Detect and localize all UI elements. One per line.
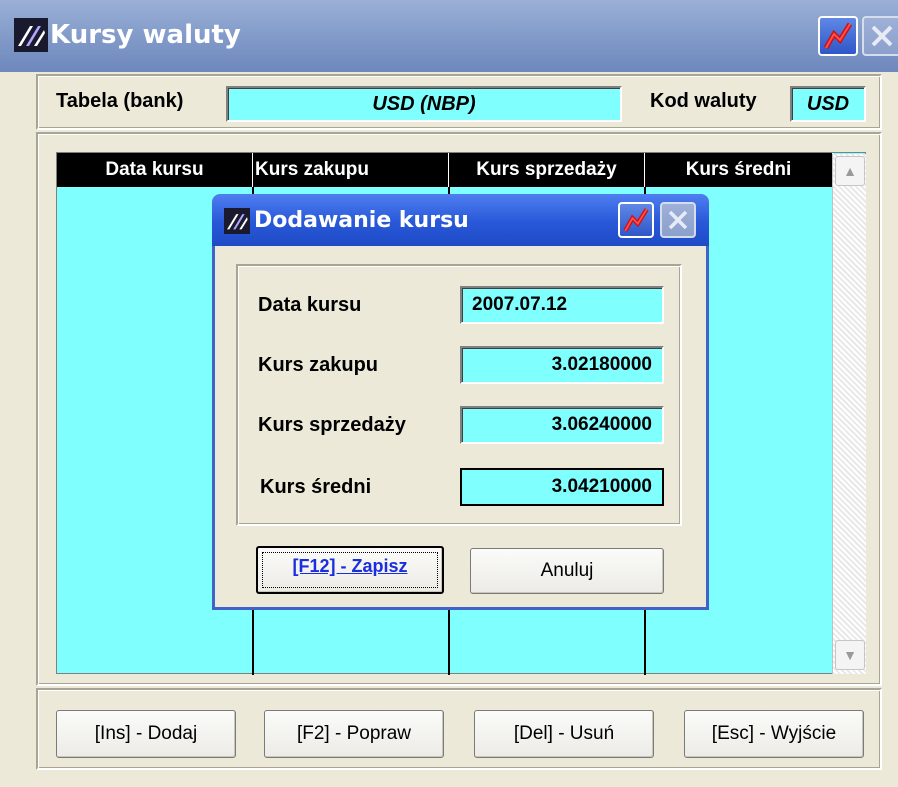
- close-button[interactable]: [862, 16, 898, 56]
- scroll-up-arrow-icon[interactable]: ▲: [835, 156, 865, 186]
- currency-code-field[interactable]: USD: [790, 86, 866, 122]
- column-header-avg[interactable]: Kurs średni: [645, 153, 833, 187]
- chart-icon: [823, 22, 853, 50]
- dialog-logo-icon: [224, 208, 250, 234]
- buy-rate-field[interactable]: 3.02180000: [460, 346, 664, 384]
- sell-rate-label: Kurs sprzedaży: [258, 414, 406, 436]
- edit-button[interactable]: [F2] - Popraw: [264, 710, 444, 758]
- dialog-title: Dodawanie kursu: [254, 208, 469, 233]
- scroll-down-arrow-icon[interactable]: ▼: [835, 640, 865, 670]
- dialog-chart-button[interactable]: [618, 202, 654, 238]
- date-field[interactable]: 2007.07.12: [460, 286, 664, 324]
- currency-code-label: Kod waluty: [650, 90, 757, 112]
- close-icon: [668, 210, 688, 230]
- buy-rate-label: Kurs zakupu: [258, 354, 379, 376]
- dialog-close-button[interactable]: [660, 202, 696, 238]
- table-label: Tabela (bank): [56, 90, 184, 112]
- cancel-button[interactable]: Anuluj: [470, 548, 664, 594]
- close-icon: [871, 25, 893, 47]
- window-title-bar[interactable]: Kursy waluty: [0, 0, 898, 72]
- column-header-buy[interactable]: Kurs zakupu: [253, 153, 449, 187]
- avg-rate-label: Kurs średni: [260, 476, 372, 498]
- chart-icon: [623, 208, 649, 232]
- exit-button[interactable]: [Esc] - Wyjście: [684, 710, 864, 758]
- save-button-label: [F12] - Zapisz: [292, 556, 408, 576]
- avg-rate-field[interactable]: 3.04210000: [460, 468, 664, 506]
- table-field[interactable]: USD (NBP): [226, 86, 622, 122]
- grid-scrollbar[interactable]: ▲ ▼: [832, 154, 866, 674]
- delete-button[interactable]: [Del] - Usuń: [474, 710, 654, 758]
- window-title: Kursy waluty: [50, 20, 241, 50]
- save-button[interactable]: [F12] - Zapisz: [256, 546, 444, 594]
- sell-rate-field[interactable]: 3.06240000: [460, 406, 664, 444]
- column-header-date[interactable]: Data kursu: [57, 153, 253, 187]
- chart-button[interactable]: [818, 16, 858, 56]
- app-logo-icon: [14, 18, 48, 52]
- add-button[interactable]: [Ins] - Dodaj: [56, 710, 236, 758]
- date-label: Data kursu: [258, 294, 362, 316]
- column-header-sell[interactable]: Kurs sprzedaży: [449, 153, 645, 187]
